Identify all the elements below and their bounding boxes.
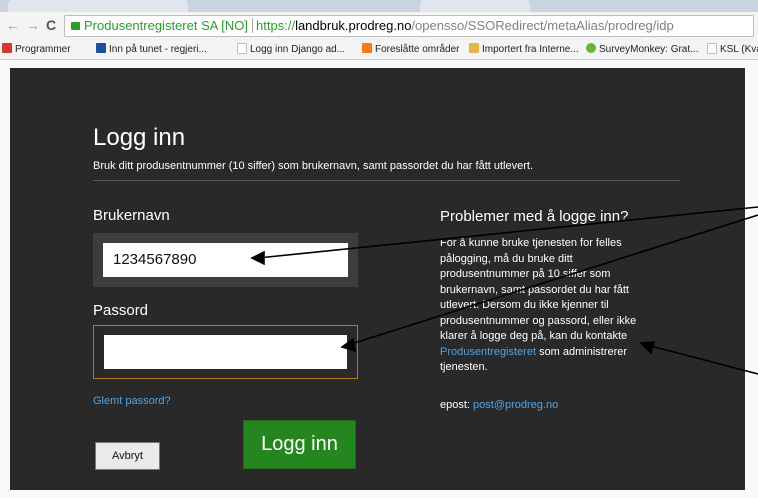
annotation-arrow [257,206,758,259]
annotation-arrow [646,344,758,375]
arrowhead [639,341,656,355]
arrowhead [340,337,357,353]
annotation-arrow [347,214,758,346]
arrowhead [250,250,265,266]
annotation-arrows [250,206,758,375]
